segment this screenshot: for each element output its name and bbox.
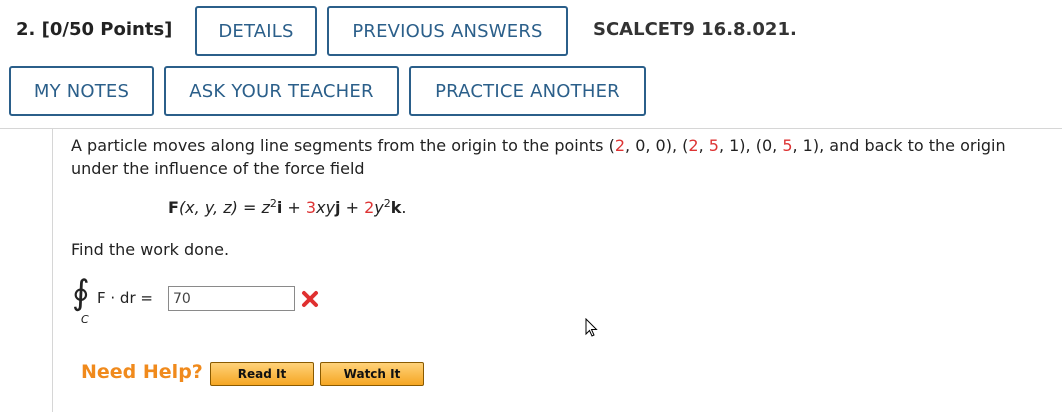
read-it-button[interactable]: Read It (210, 362, 314, 386)
force-field-formula: F(x, y, z) = z2i + 3xyj + 2y2k. (168, 197, 407, 217)
mouse-cursor-icon (585, 318, 598, 337)
content-left-rule (52, 129, 53, 412)
prompt-text: Find the work done. (71, 240, 230, 259)
my-notes-button[interactable]: MY NOTES (9, 66, 154, 116)
points-score: [0/50 Points] (41, 19, 173, 40)
point-2-x: 2 (688, 136, 699, 155)
point-3-x: 0 (761, 136, 773, 155)
question-number: 2. (16, 19, 36, 40)
previous-answers-button[interactable]: PREVIOUS ANSWERS (327, 6, 568, 56)
integral-subscript: C (81, 313, 89, 326)
answer-lhs: F · dr = (97, 289, 153, 307)
point-3-y: 5 (782, 136, 793, 155)
line-integral-icon: ∮ (72, 273, 90, 313)
ask-teacher-button[interactable]: ASK YOUR TEACHER (164, 66, 399, 116)
problem-statement: A particle moves along line segments fro… (71, 136, 1006, 178)
point-1-z: 0 (655, 136, 666, 155)
point-2-y: 5 (708, 136, 719, 155)
point-2-z: 1 (729, 136, 740, 155)
work-answer-input[interactable] (168, 286, 295, 311)
practice-another-button[interactable]: PRACTICE ANOTHER (409, 66, 646, 116)
incorrect-x-icon (302, 291, 318, 307)
question-header: 2. [0/50 Points] (16, 19, 172, 40)
header-divider (0, 128, 1062, 129)
source-reference: SCALCET9 16.8.021. (593, 19, 797, 40)
point-3-z: 1 (802, 136, 813, 155)
point-1-x: 2 (614, 136, 626, 155)
point-1-y: 0 (635, 136, 646, 155)
need-help-label: Need Help? (81, 361, 203, 383)
watch-it-button[interactable]: Watch It (320, 362, 424, 386)
details-button[interactable]: DETAILS (195, 6, 317, 56)
